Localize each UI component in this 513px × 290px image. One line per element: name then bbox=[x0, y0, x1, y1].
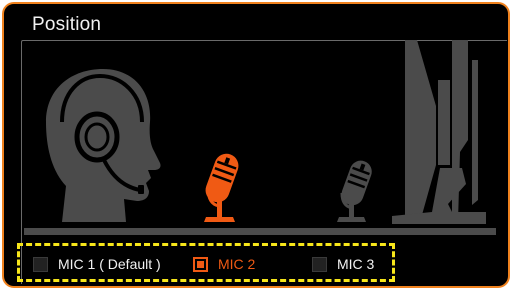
mic-selector: MIC 1 ( Default ) MIC 2 MIC 3 bbox=[17, 243, 395, 282]
mic-2-label: MIC 2 bbox=[218, 256, 256, 272]
mic-3-option[interactable]: MIC 3 bbox=[312, 253, 374, 275]
mic-3-icon bbox=[337, 160, 372, 222]
mic-1-label: MIC 1 ( Default ) bbox=[58, 256, 161, 272]
desk-surface bbox=[24, 228, 496, 235]
mic-1-option[interactable]: MIC 1 ( Default ) bbox=[33, 253, 161, 275]
mic-1-checkbox[interactable] bbox=[33, 256, 48, 272]
mic-3-label: MIC 3 bbox=[337, 256, 375, 272]
mic-2-option[interactable]: MIC 2 bbox=[193, 253, 255, 275]
mic-3-checkbox[interactable] bbox=[312, 256, 327, 272]
mic-2-checkbox[interactable] bbox=[193, 256, 208, 272]
user-head-icon bbox=[46, 69, 161, 222]
monitor-icon bbox=[392, 40, 486, 224]
mic-2-icon bbox=[204, 153, 239, 222]
